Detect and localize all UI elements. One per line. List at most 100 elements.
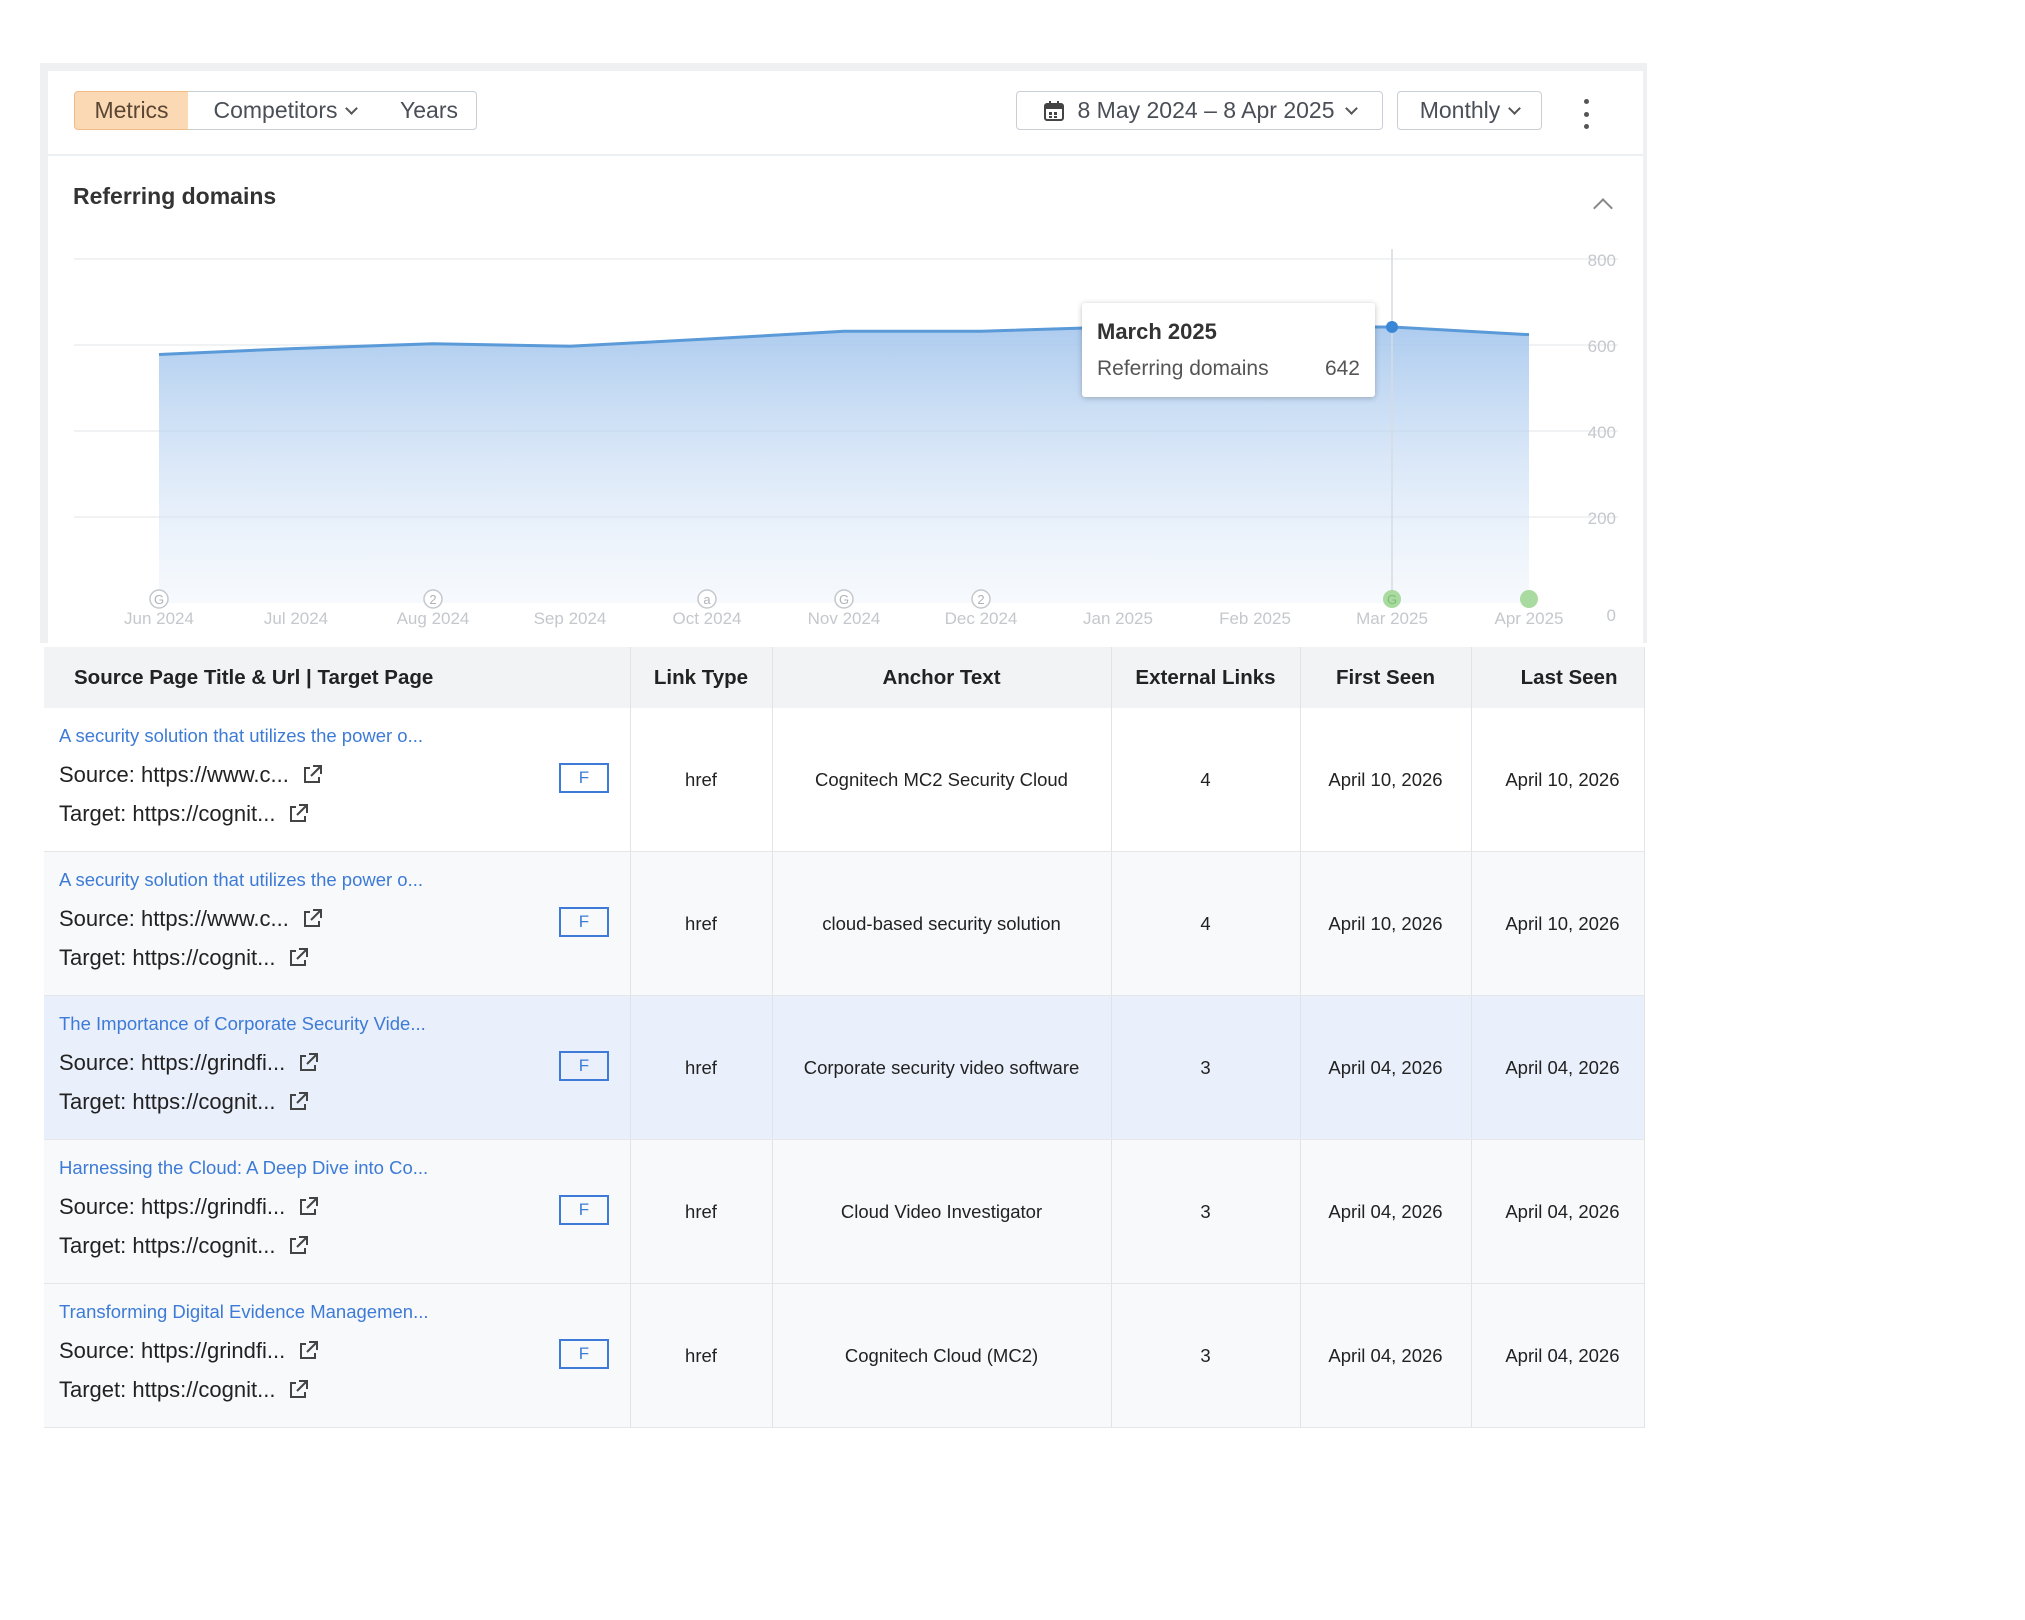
x-tick-label: Jun 2024 [124, 609, 194, 628]
source-title-link[interactable]: The Importance of Corporate Security Vid… [59, 1013, 426, 1035]
target-url-line: Target: https://cognit... [59, 1377, 309, 1403]
follow-badge: F [559, 1195, 609, 1225]
source-url-line: Source: https://grindfi... [59, 1050, 319, 1076]
event-marker-label: G [1387, 592, 1397, 607]
external-link-icon[interactable] [287, 1091, 309, 1113]
link-type-cell: href [630, 708, 773, 852]
column-header-source[interactable]: Source Page Title & Url | Target Page [44, 647, 631, 708]
source-cell: The Importance of Corporate Security Vid… [44, 995, 631, 1140]
event-marker-label: 2 [429, 592, 436, 607]
source-title-link[interactable]: Harnessing the Cloud: A Deep Dive into C… [59, 1157, 428, 1179]
source-title-link[interactable]: Transforming Digital Evidence Managemen.… [59, 1301, 429, 1323]
x-tick-label: Jan 2025 [1083, 609, 1153, 628]
target-label: Target: [59, 1089, 127, 1114]
table-row[interactable]: The Importance of Corporate Security Vid… [44, 995, 1645, 1140]
event-marker [1520, 590, 1538, 608]
table-body: A security solution that utilizes the po… [44, 708, 1645, 1428]
table-row[interactable]: A security solution that utilizes the po… [44, 851, 1645, 996]
source-title-link[interactable]: A security solution that utilizes the po… [59, 725, 423, 747]
event-marker-label: G [839, 592, 849, 607]
external-links-cell: 3 [1111, 1139, 1301, 1284]
x-tick-label: Mar 2025 [1356, 609, 1428, 628]
first-seen-cell: April 10, 2026 [1300, 851, 1472, 996]
follow-badge: F [559, 1339, 609, 1369]
event-marker-label: 2 [977, 592, 984, 607]
tooltip-series-label: Referring domains [1097, 357, 1269, 380]
source-label: Source: [59, 1194, 135, 1219]
table-row[interactable]: Harnessing the Cloud: A Deep Dive into C… [44, 1139, 1645, 1284]
external-link-icon[interactable] [287, 803, 309, 825]
external-link-icon[interactable] [301, 764, 323, 786]
source-url: https://grindfi... [140, 1338, 286, 1363]
target-url: https://cognit... [132, 1089, 276, 1114]
first-seen-cell: April 10, 2026 [1300, 708, 1472, 852]
last-seen-cell: April 10, 2026 [1471, 851, 1645, 996]
target-url-line: Target: https://cognit... [59, 1233, 309, 1259]
source-url-line: Source: https://grindfi... [59, 1194, 319, 1220]
column-header-anchor-text[interactable]: Anchor Text [772, 647, 1112, 708]
tooltip-value: 642 [1324, 357, 1360, 380]
backlinks-table: Source Page Title & Url | Target Page Li… [44, 647, 1645, 1428]
anchor-text-cell: cloud-based security solution [772, 851, 1112, 996]
target-label: Target: [59, 801, 127, 826]
data-point [1386, 320, 1398, 333]
source-label: Source: [59, 1338, 135, 1363]
column-header-first-seen[interactable]: First Seen [1300, 647, 1472, 708]
anchor-text-cell: Cognitech MC2 Security Cloud [772, 708, 1112, 852]
first-seen-cell: April 04, 2026 [1300, 1283, 1472, 1428]
source-url: https://www.c... [140, 762, 289, 787]
source-title-link[interactable]: A security solution that utilizes the po… [59, 869, 423, 891]
target-url-line: Target: https://cognit... [59, 945, 309, 971]
target-label: Target: [59, 1377, 127, 1402]
link-type-cell: href [630, 995, 773, 1140]
external-link-icon[interactable] [287, 947, 309, 969]
last-seen-cell: April 04, 2026 [1471, 995, 1645, 1140]
source-cell: A security solution that utilizes the po… [44, 708, 631, 852]
external-link-icon[interactable] [297, 1196, 319, 1218]
external-links-cell: 3 [1111, 995, 1301, 1140]
chart-panel: Metrics Competitors Years 8 May 2024 – 8 [40, 63, 1647, 643]
follow-badge: F [559, 907, 609, 937]
source-url: https://www.c... [140, 906, 289, 931]
target-url: https://cognit... [132, 1377, 276, 1402]
x-tick-label: Jul 2024 [264, 609, 328, 628]
external-links-cell: 3 [1111, 1283, 1301, 1428]
column-header-last-seen[interactable]: Last Seen [1471, 647, 1645, 708]
column-header-external-links[interactable]: External Links [1111, 647, 1301, 708]
event-marker-label: a [703, 592, 711, 607]
table-row[interactable]: Transforming Digital Evidence Managemen.… [44, 1283, 1645, 1428]
external-link-icon[interactable] [301, 908, 323, 930]
follow-badge: F [559, 1051, 609, 1081]
source-cell: A security solution that utilizes the po… [44, 851, 631, 996]
referring-domains-chart: 800 600 400 200 0 Jun 2024 Jul 2024 Aug 2024 Sep… [74, 249, 1618, 628]
target-url-line: Target: https://cognit... [59, 801, 309, 827]
source-url-line: Source: https://grindfi... [59, 1338, 319, 1364]
first-seen-cell: April 04, 2026 [1300, 995, 1472, 1140]
source-url-line: Source: https://www.c... [59, 762, 323, 788]
link-type-cell: href [630, 1139, 773, 1284]
anchor-text-cell: Cognitech Cloud (MC2) [772, 1283, 1112, 1428]
source-label: Source: [59, 1050, 135, 1075]
y-tick-label: 600 [1588, 337, 1616, 356]
external-link-icon[interactable] [297, 1052, 319, 1074]
tooltip-date: March 2025 [1097, 319, 1217, 344]
chart-tooltip: March 2025 Referring domains 642 [1082, 303, 1375, 397]
chart-card: Metrics Competitors Years 8 May 2024 – 8 [48, 71, 1643, 643]
event-marker-label: G [154, 592, 164, 607]
external-links-cell: 4 [1111, 708, 1301, 852]
table-header-row: Source Page Title & Url | Target Page Li… [44, 647, 1645, 708]
external-link-icon[interactable] [287, 1235, 309, 1257]
x-tick-label: Sep 2024 [534, 609, 607, 628]
source-url-line: Source: https://www.c... [59, 906, 323, 932]
last-seen-cell: April 04, 2026 [1471, 1283, 1645, 1428]
external-link-icon[interactable] [287, 1379, 309, 1401]
table-row[interactable]: A security solution that utilizes the po… [44, 708, 1645, 852]
y-tick-label: 400 [1588, 423, 1616, 442]
source-url: https://grindfi... [140, 1050, 286, 1075]
source-cell: Transforming Digital Evidence Managemen.… [44, 1283, 631, 1428]
column-header-link-type[interactable]: Link Type [630, 647, 773, 708]
source-label: Source: [59, 906, 135, 931]
anchor-text-cell: Cloud Video Investigator [772, 1139, 1112, 1284]
external-link-icon[interactable] [297, 1340, 319, 1362]
x-tick-label: Aug 2024 [397, 609, 470, 628]
